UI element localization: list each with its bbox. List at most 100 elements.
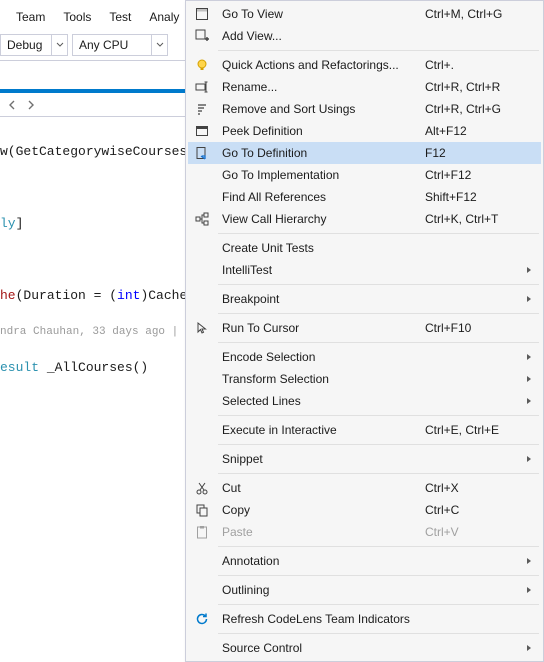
- form-plus-icon: [188, 29, 216, 43]
- menu-separator: [218, 546, 539, 547]
- menu-item[interactable]: Find All ReferencesShift+F12: [188, 186, 541, 208]
- paste-icon: [188, 525, 216, 539]
- menu-item[interactable]: Annotation: [188, 550, 541, 572]
- menu-item-label: Transform Selection: [216, 372, 425, 386]
- menu-item-label: Go To Implementation: [216, 168, 425, 182]
- menu-item[interactable]: CopyCtrl+C: [188, 499, 541, 521]
- menu-item[interactable]: Snippet: [188, 448, 541, 470]
- menu-item-shortcut: Ctrl+V: [425, 525, 525, 539]
- menu-separator: [218, 284, 539, 285]
- menu-item[interactable]: Source Control: [188, 637, 541, 659]
- menu-separator: [218, 604, 539, 605]
- submenu-arrow-icon: [525, 353, 541, 361]
- platform-value: Any CPU: [73, 38, 151, 52]
- menu-item[interactable]: Outlining: [188, 579, 541, 601]
- menu-item[interactable]: Run To CursorCtrl+F10: [188, 317, 541, 339]
- menu-item-shortcut: F12: [425, 146, 525, 160]
- menu-item-shortcut: Ctrl+K, Ctrl+T: [425, 212, 525, 226]
- menu-test[interactable]: Test: [103, 8, 137, 26]
- menu-item-label: Breakpoint: [216, 292, 425, 306]
- submenu-arrow-icon: [525, 375, 541, 383]
- menu-separator: [218, 473, 539, 474]
- menu-item-label: Snippet: [216, 452, 425, 466]
- menu-separator: [218, 233, 539, 234]
- menu-item[interactable]: Peek DefinitionAlt+F12: [188, 120, 541, 142]
- submenu-arrow-icon: [525, 586, 541, 594]
- menu-tools[interactable]: Tools: [57, 8, 97, 26]
- menu-separator: [218, 575, 539, 576]
- submenu-arrow-icon: [525, 266, 541, 274]
- menu-item[interactable]: Remove and Sort UsingsCtrl+R, Ctrl+G: [188, 98, 541, 120]
- menu-item[interactable]: Quick Actions and Refactorings...Ctrl+.: [188, 54, 541, 76]
- menu-item[interactable]: Breakpoint: [188, 288, 541, 310]
- menu-item[interactable]: Rename...Ctrl+R, Ctrl+R: [188, 76, 541, 98]
- menu-item-label: Add View...: [216, 29, 425, 43]
- menu-item-label: Outlining: [216, 583, 425, 597]
- menu-item-shortcut: Ctrl+.: [425, 58, 525, 72]
- menu-item[interactable]: Selected Lines: [188, 390, 541, 412]
- menu-item-label: View Call Hierarchy: [216, 212, 425, 226]
- menu-item[interactable]: Go To ViewCtrl+M, Ctrl+G: [188, 3, 541, 25]
- menu-item[interactable]: Go To ImplementationCtrl+F12: [188, 164, 541, 186]
- menu-item: PasteCtrl+V: [188, 521, 541, 543]
- menu-item-label: Rename...: [216, 80, 425, 94]
- menu-item-label: Run To Cursor: [216, 321, 425, 335]
- menu-item-label: Encode Selection: [216, 350, 425, 364]
- menu-item-label: Remove and Sort Usings: [216, 102, 425, 116]
- submenu-arrow-icon: [525, 644, 541, 652]
- callhier-icon: [188, 212, 216, 226]
- menu-item-shortcut: Shift+F12: [425, 190, 525, 204]
- menu-separator: [218, 415, 539, 416]
- refresh-icon: [188, 612, 216, 626]
- menu-team[interactable]: Team: [10, 8, 51, 26]
- nav-back-icon[interactable]: [4, 100, 22, 110]
- sort-icon: [188, 102, 216, 116]
- nav-fwd-icon[interactable]: [22, 100, 40, 110]
- config-dropdown[interactable]: Debug: [0, 34, 68, 56]
- menu-item-label: Go To View: [216, 7, 425, 21]
- menu-analyze[interactable]: Analy: [143, 8, 185, 26]
- menu-item-label: Paste: [216, 525, 425, 539]
- menu-item-label: Execute in Interactive: [216, 423, 425, 437]
- menu-item-label: Create Unit Tests: [216, 241, 425, 255]
- platform-dropdown[interactable]: Any CPU: [72, 34, 168, 56]
- menu-item[interactable]: CutCtrl+X: [188, 477, 541, 499]
- menu-item-shortcut: Ctrl+M, Ctrl+G: [425, 7, 525, 21]
- menu-item-shortcut: Ctrl+F10: [425, 321, 525, 335]
- menu-item[interactable]: Encode Selection: [188, 346, 541, 368]
- menu-item-label: IntelliTest: [216, 263, 425, 277]
- menu-item-label: Cut: [216, 481, 425, 495]
- menu-item[interactable]: Create Unit Tests: [188, 237, 541, 259]
- menu-item-label: Go To Definition: [216, 146, 425, 160]
- cursor-icon: [188, 321, 216, 335]
- menu-item-shortcut: Ctrl+R, Ctrl+G: [425, 102, 525, 116]
- cut-icon: [188, 481, 216, 495]
- menu-item-label: Find All References: [216, 190, 425, 204]
- form-icon: [188, 7, 216, 21]
- menu-item-label: Peek Definition: [216, 124, 425, 138]
- menu-item[interactable]: Execute in InteractiveCtrl+E, Ctrl+E: [188, 419, 541, 441]
- submenu-arrow-icon: [525, 397, 541, 405]
- goto-def-icon: [188, 146, 216, 160]
- menu-separator: [218, 50, 539, 51]
- chevron-down-icon: [151, 35, 167, 55]
- submenu-arrow-icon: [525, 455, 541, 463]
- menu-item[interactable]: Add View...: [188, 25, 541, 47]
- peek-icon: [188, 124, 216, 138]
- menu-item-label: Refresh CodeLens Team Indicators: [216, 612, 425, 626]
- menu-item[interactable]: Transform Selection: [188, 368, 541, 390]
- menu-item-label: Selected Lines: [216, 394, 425, 408]
- menu-item[interactable]: Go To DefinitionF12: [188, 142, 541, 164]
- menu-item-label: Quick Actions and Refactorings...: [216, 58, 425, 72]
- menu-separator: [218, 313, 539, 314]
- menu-separator: [218, 444, 539, 445]
- menu-item[interactable]: View Call HierarchyCtrl+K, Ctrl+T: [188, 208, 541, 230]
- menu-item[interactable]: IntelliTest: [188, 259, 541, 281]
- chevron-down-icon: [51, 35, 67, 55]
- menu-item-shortcut: Ctrl+F12: [425, 168, 525, 182]
- menu-item-shortcut: Ctrl+R, Ctrl+R: [425, 80, 525, 94]
- menu-item-shortcut: Ctrl+E, Ctrl+E: [425, 423, 525, 437]
- menu-item[interactable]: Refresh CodeLens Team Indicators: [188, 608, 541, 630]
- bulb-icon: [188, 58, 216, 72]
- submenu-arrow-icon: [525, 557, 541, 565]
